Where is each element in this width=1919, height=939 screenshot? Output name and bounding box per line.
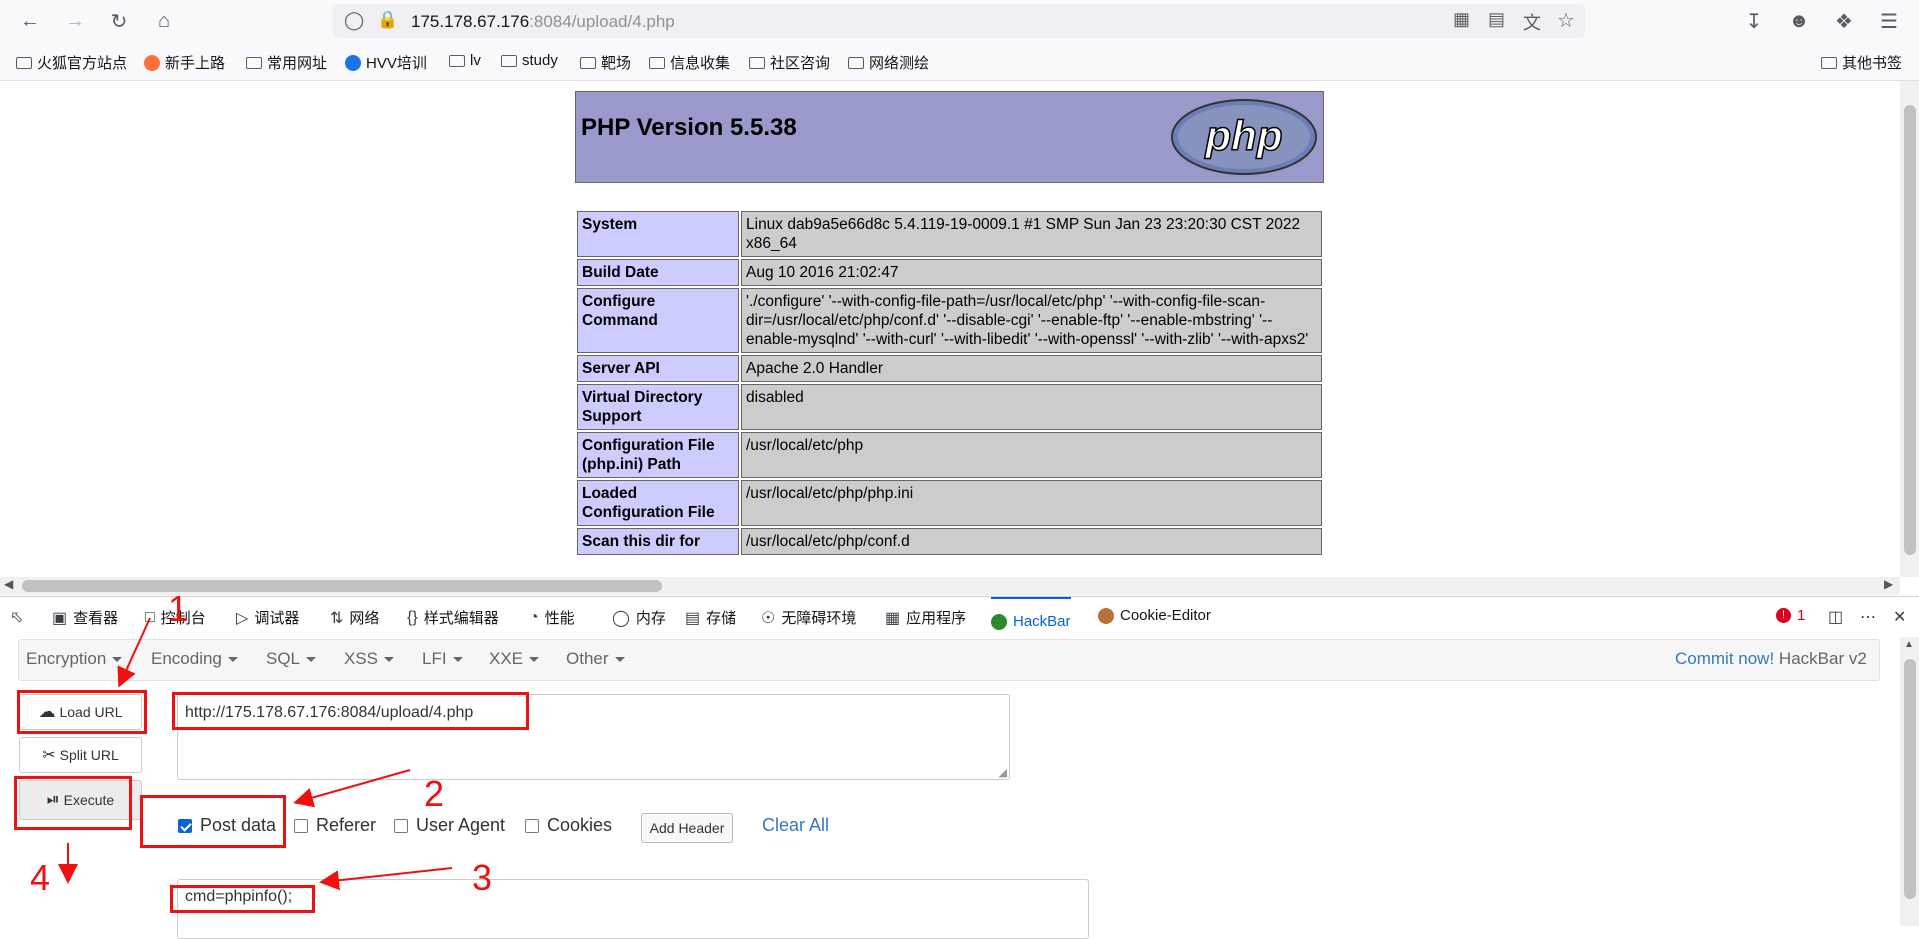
- arrow-2: [293, 769, 411, 808]
- arrow-1: [117, 617, 151, 688]
- arrow-3: [319, 867, 453, 891]
- annotation-arrows: [58, 617, 453, 891]
